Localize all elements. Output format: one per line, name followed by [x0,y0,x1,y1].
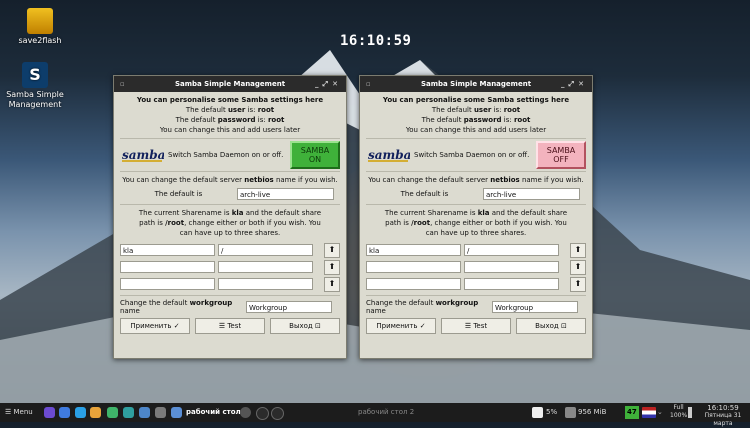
workspace-2-button[interactable]: рабочий стол 2 [358,403,414,422]
launcher-icon-6[interactable] [123,407,134,418]
browse-up-button-1[interactable]: ⬆ [570,242,586,258]
svg-text:samba: samba [122,148,164,162]
heading: You can personalise some Samba settings … [136,96,324,104]
share-name-input-3[interactable] [366,278,461,290]
share-info-text: The current Sharename is kla and the def… [384,209,568,217]
exit-button[interactable]: Выход ⊡ [270,318,340,334]
browse-up-button-2[interactable]: ⬆ [324,259,340,275]
share-path-input-1[interactable]: / [218,244,313,256]
battery-icon [688,407,692,418]
default-user-text: The default user is: root [185,106,275,114]
window-menu-icon[interactable]: ▫ [366,76,371,92]
window-controls[interactable]: _⤢✕ [315,76,342,92]
taskbar-clock[interactable]: 16:10:59 Пятница 31 марта [698,404,748,428]
workgroup-label: Change the default workgroup name [120,299,233,315]
apply-button[interactable]: Применить ✓ [120,318,190,334]
title-bar[interactable]: ▫ Samba Simple Management _⤢✕ [360,76,592,92]
cpu-icon [532,407,543,418]
workspace-1-button[interactable]: рабочий стол 1 [186,403,248,422]
default-password-text: The default password is: root [421,116,531,124]
menu-icon: ☰ [5,408,12,416]
archive-icon [27,8,53,34]
desktop-icon-save2flash[interactable]: save2flash [5,8,75,46]
netbios-text: You can change the default server netbio… [368,176,584,184]
window-task-icon-3[interactable] [271,407,284,420]
window-task-icon[interactable] [240,407,251,418]
share-path-input-2[interactable] [218,261,313,273]
keyboard-layout-flag-icon[interactable] [642,407,656,418]
samba-app-icon: S [22,62,48,88]
test-button[interactable]: ☰ Test [195,318,265,334]
tray-chevron-icon[interactable]: ⌄ [657,403,663,422]
default-password-text: The default password is: root [175,116,285,124]
share-path-input-2[interactable] [464,261,559,273]
browse-up-button-2[interactable]: ⬆ [570,259,586,275]
netbios-name-input[interactable]: arch-live [483,187,580,200]
exit-button[interactable]: Выход ⊡ [516,318,586,334]
indicator-badge[interactable]: 47 [625,406,639,419]
desktop-clock: 16:10:59 [340,33,412,49]
settings-gear-icon[interactable] [139,407,150,418]
samba-window-left: ▫ Samba Simple Management _⤢✕ You can pe… [113,75,347,359]
launcher-icon-3[interactable] [75,407,86,418]
title-bar[interactable]: ▫ Samba Simple Management _⤢✕ [114,76,346,92]
apply-button[interactable]: Применить ✓ [366,318,436,334]
share-path-input-3[interactable] [218,278,313,290]
samba-toggle-button[interactable]: SAMBA OFF [536,141,586,169]
test-button[interactable]: ☰ Test [441,318,511,334]
browse-up-button-1[interactable]: ⬆ [324,242,340,258]
launcher-icon-1[interactable] [44,407,55,418]
window-task-icon-2[interactable] [256,407,269,420]
share-name-input-2[interactable] [366,261,461,273]
launcher-icon-2[interactable] [59,407,70,418]
heading: You can personalise some Samba settings … [382,96,570,104]
window-menu-icon[interactable]: ▫ [120,76,125,92]
switch-daemon-text: Switch Samba Daemon on or off. [168,151,284,159]
launcher-icon-4[interactable] [90,407,101,418]
default-user-text: The default user is: root [431,106,521,114]
share-info-text: The current Sharename is kla and the def… [138,209,322,217]
memory-usage: 956 MiB [578,408,607,416]
svg-text:samba: samba [368,148,410,162]
launcher-icon-8[interactable] [155,407,166,418]
netbios-name-input[interactable]: arch-live [237,187,334,200]
samba-toggle-button[interactable]: SAMBA ON [290,141,340,169]
desktop-icon-samba-simple-management[interactable]: S Samba Simple Management [0,62,70,110]
change-note: You can change this and add users later [159,126,301,134]
default-is-label: The default is [154,189,203,198]
cpu-usage: 5% [546,408,558,416]
window-controls[interactable]: _⤢✕ [561,76,588,92]
share-name-input-3[interactable] [120,278,215,290]
samba-logo: samba [366,147,411,163]
battery-status[interactable]: Full 100% [670,404,687,420]
share-path-input-1[interactable]: / [464,244,559,256]
taskbar: ☰ Menu рабочий стол 1 рабочий стол 2 5% … [0,403,750,427]
share-name-input-1[interactable]: kla [366,244,461,256]
browse-up-button-3[interactable]: ⬆ [324,276,340,292]
workgroup-input[interactable]: Workgroup [246,301,332,313]
default-is-label: The default is [400,189,449,198]
launcher-icon-5[interactable] [107,407,118,418]
browse-up-button-3[interactable]: ⬆ [570,276,586,292]
menu-button[interactable]: ☰ Menu [5,403,33,422]
workgroup-input[interactable]: Workgroup [492,301,578,313]
change-note: You can change this and add users later [405,126,547,134]
share-name-input-2[interactable] [120,261,215,273]
samba-logo: samba [120,147,165,163]
memory-icon [565,407,576,418]
workgroup-label: Change the default workgroup name [366,299,479,315]
switch-daemon-text: Switch Samba Daemon on or off. [414,151,530,159]
share-name-input-1[interactable]: kla [120,244,215,256]
netbios-text: You can change the default server netbio… [122,176,338,184]
launcher-icon-9[interactable] [171,407,182,418]
share-path-input-3[interactable] [464,278,559,290]
samba-window-right: ▫ Samba Simple Management _⤢✕ You can pe… [359,75,593,359]
